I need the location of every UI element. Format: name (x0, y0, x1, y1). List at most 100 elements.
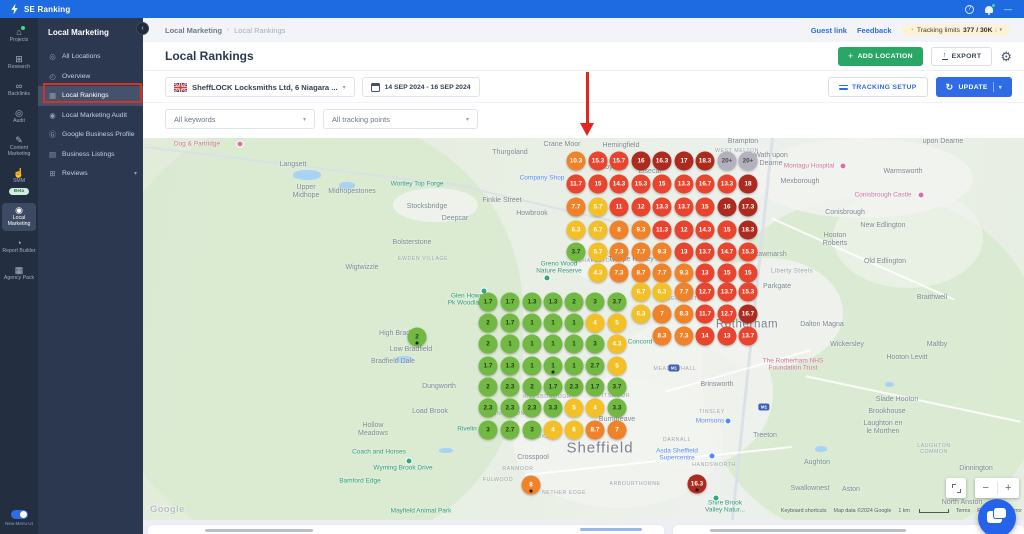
rank-bubble[interactable]: 5.7 (589, 243, 608, 262)
map-poi-icon[interactable] (709, 453, 716, 460)
sidebar-item-business-listings[interactable]: ▤Business Listings (38, 145, 143, 165)
map-poi-icon[interactable] (918, 192, 925, 199)
rank-bubble[interactable]: 1 (565, 357, 584, 376)
rank-bubble[interactable]: 5.7 (589, 198, 608, 217)
notifications-bell-icon[interactable] (985, 6, 993, 13)
rank-bubble[interactable]: 1 (523, 357, 542, 376)
rank-bubble[interactable]: 2.3 (501, 399, 520, 418)
rank-bubble[interactable]: 3.7 (608, 293, 627, 312)
rank-bubble[interactable]: 13.7 (696, 243, 715, 262)
rail-item-smm[interactable]: ☝SMMBeta (2, 166, 36, 198)
rank-bubble[interactable]: 3 (586, 293, 605, 312)
rank-bubble[interactable]: 1.3 (544, 293, 563, 312)
rank-bubble[interactable]: 6 (565, 421, 584, 440)
rank-bubble[interactable]: 12 (632, 198, 651, 217)
rank-bubble[interactable]: 2 (479, 335, 498, 354)
add-location-button[interactable]: + ADD LOCATION (838, 47, 923, 66)
rank-bubble[interactable]: 2 (565, 293, 584, 312)
rank-bubble[interactable]: 7 (653, 305, 672, 324)
rank-bubble[interactable]: 7.3 (675, 327, 694, 346)
rank-bubble[interactable]: 14.3 (610, 175, 629, 194)
rail-item-backlinks[interactable]: ∞Backlinks (2, 79, 36, 101)
rank-bubble[interactable]: 6.3 (653, 283, 672, 302)
rank-bubble[interactable]: 4.3 (608, 335, 627, 354)
rank-bubble[interactable]: 11.7 (567, 175, 586, 194)
rank-bubble[interactable]: 16 (632, 152, 651, 171)
rank-bubble[interactable]: 1.3 (523, 293, 542, 312)
rank-bubble[interactable]: 1.3 (501, 357, 520, 376)
breadcrumb-parent[interactable]: Local Marketing (165, 26, 222, 35)
rank-bubble[interactable]: 14.3 (696, 221, 715, 240)
rank-bubble[interactable]: 1.7 (479, 293, 498, 312)
chat-widget-button[interactable] (978, 499, 1016, 534)
rank-bubble[interactable]: 16.7 (739, 305, 758, 324)
rank-bubble[interactable]: 13 (675, 243, 694, 262)
rank-bubble[interactable]: 12.7 (718, 305, 737, 324)
rank-bubble[interactable]: 4.3 (589, 264, 608, 283)
tracking-points-filter[interactable]: All tracking points ▾ (323, 109, 478, 129)
settings-gear-icon[interactable]: ⚙ (1000, 50, 1012, 63)
rank-bubble[interactable]: 2.7 (586, 357, 605, 376)
rail-item-audit[interactable]: ◎Audit (2, 106, 36, 128)
rank-bubble[interactable]: 8 (610, 221, 629, 240)
keywords-filter[interactable]: All keywords ▾ (165, 109, 315, 129)
rank-bubble[interactable]: 6.7 (632, 283, 651, 302)
rank-bubble[interactable]: 11 (610, 198, 629, 217)
rank-bubble[interactable]: 7.3 (610, 264, 629, 283)
rank-bubble[interactable]: 5 (565, 399, 584, 418)
rank-bubble[interactable]: 20+ (739, 152, 758, 171)
rank-bubble[interactable]: 1 (544, 357, 563, 376)
rank-bubble[interactable]: 15 (696, 198, 715, 217)
date-range-picker[interactable]: 14 SEP 2024 - 16 SEP 2024 (362, 77, 480, 97)
rank-bubble[interactable]: 16.7 (696, 175, 715, 194)
rank-bubble[interactable]: 8.3 (653, 327, 672, 346)
rank-bubble[interactable]: 13.7 (718, 283, 737, 302)
rank-bubble[interactable]: 18 (739, 175, 758, 194)
rank-bubble[interactable]: 14.7 (718, 243, 737, 262)
rank-bubble[interactable]: 1.7 (586, 378, 605, 397)
rank-bubble[interactable]: 15.3 (632, 175, 651, 194)
local-rankings-map[interactable]: Crane MoorThurgolandHemingfieldHoylandEl… (143, 138, 1024, 520)
rank-bubble[interactable]: 10.3 (567, 152, 586, 171)
update-button[interactable]: ↻ UPDATE ▾ (936, 77, 1012, 97)
fullscreen-button[interactable] (946, 478, 966, 498)
rank-bubble[interactable]: 15 (718, 221, 737, 240)
rank-bubble[interactable]: 17 (675, 152, 694, 171)
tracking-limits-pill[interactable]: ◔ Tracking limits 377 / 30K i ▾ (902, 24, 1010, 36)
rank-bubble[interactable]: 7.3 (610, 243, 629, 262)
zoom-in-button[interactable]: + (998, 478, 1020, 498)
rank-bubble[interactable]: 17.3 (739, 198, 758, 217)
rank-bubble[interactable]: 1 (523, 314, 542, 333)
rail-item-local-marketing[interactable]: ◉Local Marketing (2, 203, 36, 231)
rank-bubble[interactable]: 6.7 (589, 221, 608, 240)
map-poi-icon[interactable] (725, 418, 732, 425)
rank-bubble[interactable]: 15.7 (610, 152, 629, 171)
rank-bubble[interactable]: 14 (696, 327, 715, 346)
rank-bubble[interactable]: 6.3 (632, 305, 651, 324)
rank-bubble[interactable]: 15.3 (739, 243, 758, 262)
rank-bubble[interactable]: 12 (675, 221, 694, 240)
export-button[interactable]: ↑ EXPORT (931, 47, 993, 66)
rank-bubble[interactable]: 15.3 (739, 283, 758, 302)
rank-bubble[interactable]: 4 (544, 421, 563, 440)
rank-bubble[interactable]: 18.3 (739, 221, 758, 240)
rank-bubble[interactable]: 8 (522, 476, 541, 495)
rank-bubble[interactable]: 11.7 (696, 305, 715, 324)
rank-bubble[interactable]: 7.7 (632, 243, 651, 262)
rank-bubble[interactable]: 15 (718, 264, 737, 283)
terms-link[interactable]: Terms (956, 508, 970, 514)
rank-bubble[interactable]: 1 (565, 314, 584, 333)
tracking-setup-button[interactable]: TRACKING SETUP (828, 77, 928, 97)
sidebar-collapse-button[interactable]: ‹ (136, 22, 149, 35)
rank-bubble[interactable]: 15 (589, 175, 608, 194)
rank-bubble[interactable]: 16.3 (688, 475, 707, 494)
rank-bubble[interactable]: 16.3 (653, 152, 672, 171)
help-icon[interactable]: ? (965, 5, 974, 14)
map-poi-icon[interactable] (237, 141, 244, 148)
feedback-link[interactable]: Feedback (857, 26, 892, 35)
rank-bubble[interactable]: 2.3 (523, 399, 542, 418)
rank-bubble[interactable]: 9.3 (675, 264, 694, 283)
rank-bubble[interactable]: 13.3 (675, 175, 694, 194)
rank-bubble[interactable]: 5 (608, 314, 627, 333)
rank-bubble[interactable]: 1.7 (544, 378, 563, 397)
